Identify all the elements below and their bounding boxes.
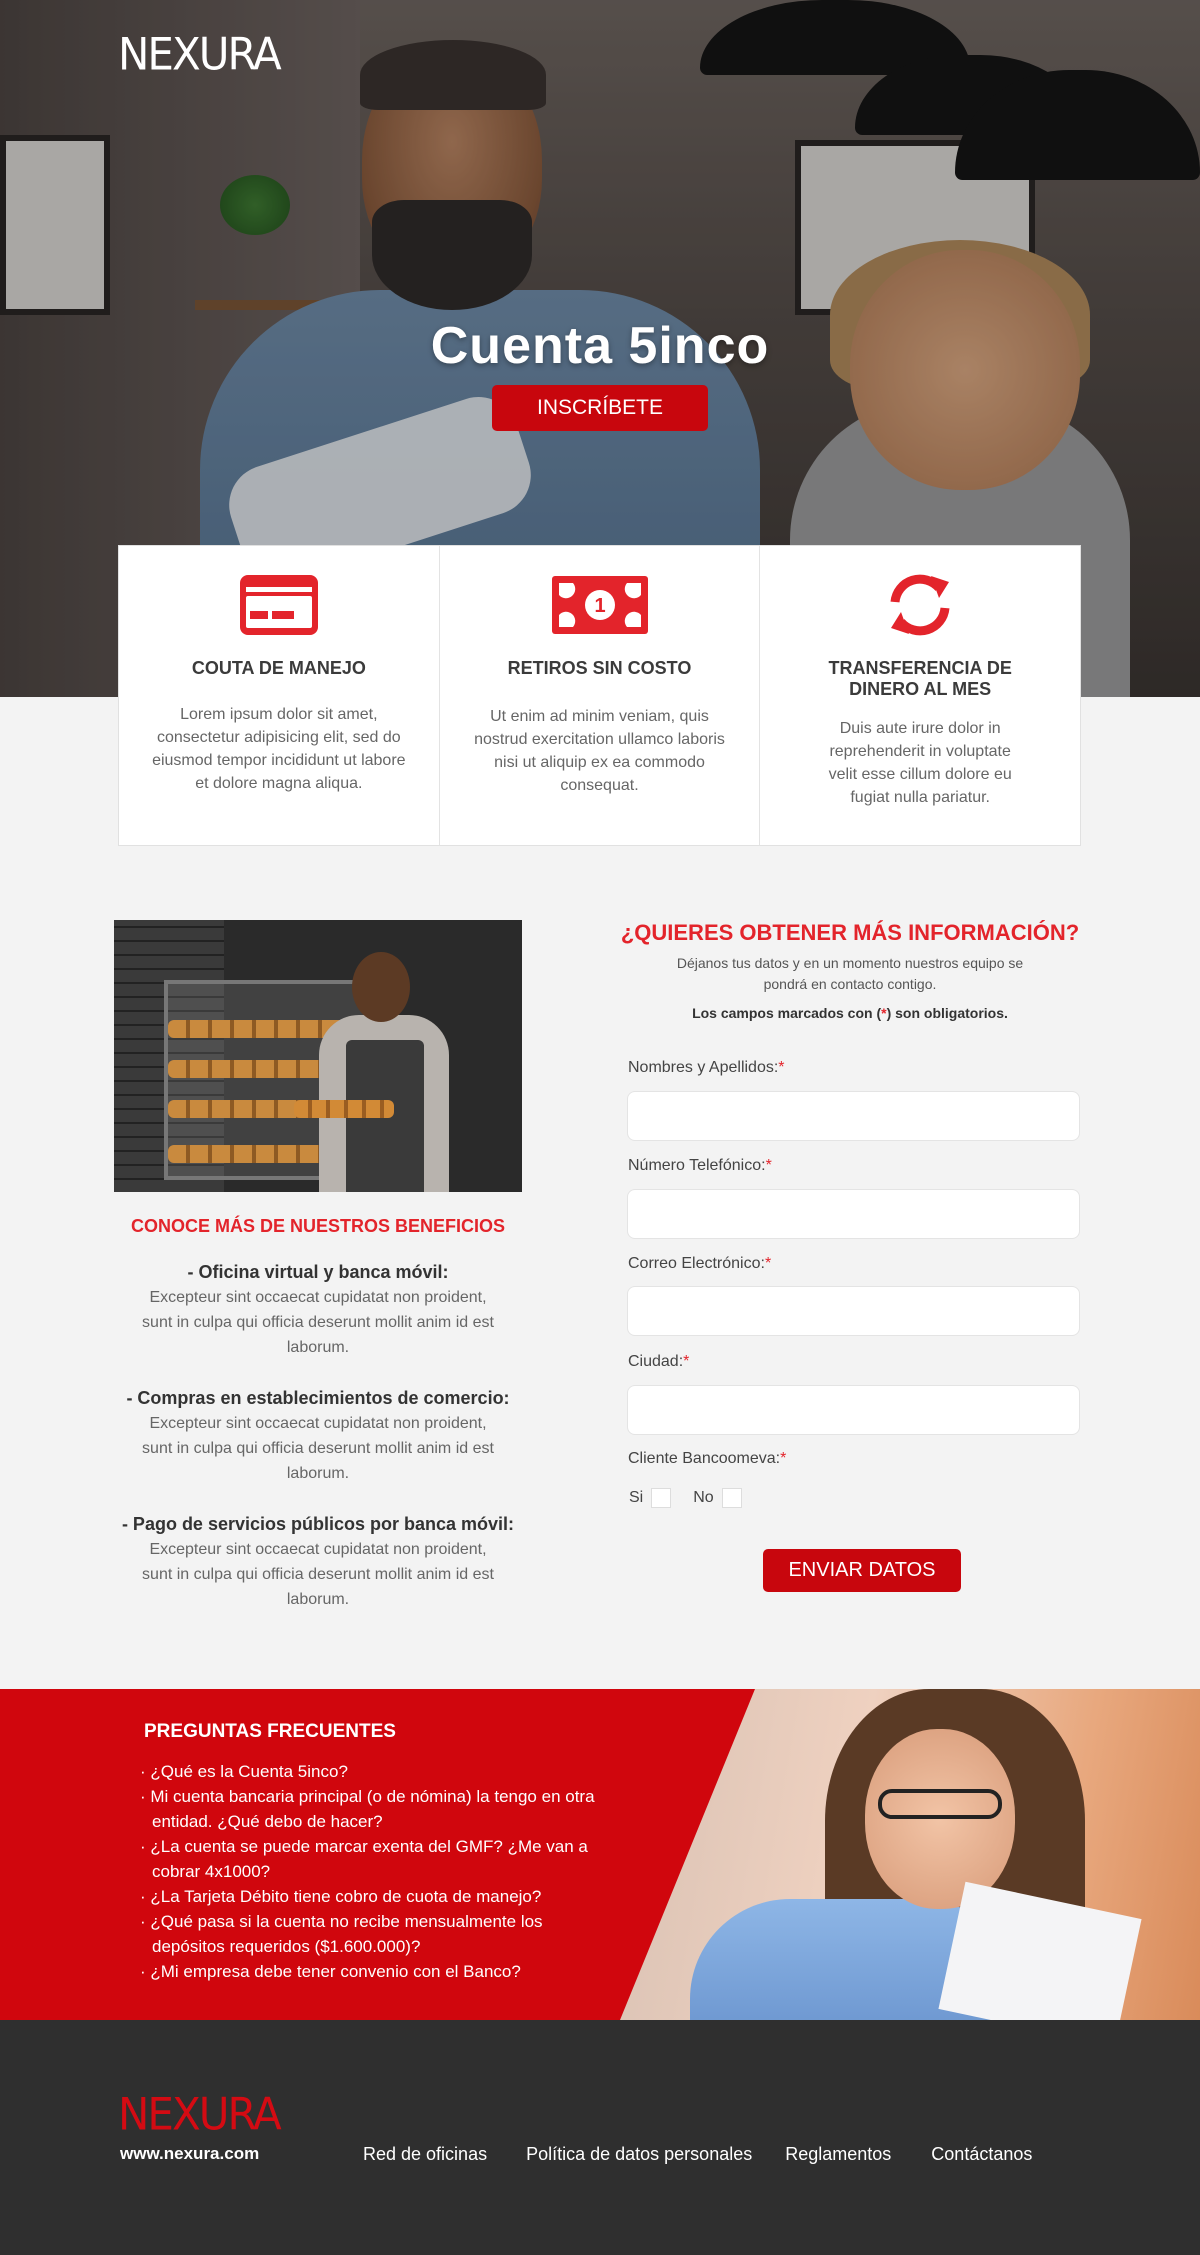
- footer-url[interactable]: www.nexura.com: [120, 2144, 259, 2164]
- benefits-list: - Oficina virtual y banca móvil: Excepte…: [114, 1260, 522, 1638]
- form-subtitle: Déjanos tus datos y en un momento nuestr…: [676, 955, 1024, 992]
- feature-text: Ut enim ad minim veniam, quis nostrud ex…: [474, 708, 725, 794]
- faq-item[interactable]: ¿Qué es la Cuenta 5inco?: [140, 1759, 610, 1784]
- feature-card: TRANSFERENCIA DE DINERO AL MES Duis aute …: [760, 546, 1080, 845]
- feature-text: Duis aute irure dolor in reprehenderit i…: [828, 720, 1012, 806]
- option-no-label: No: [693, 1489, 714, 1506]
- name-label: Nombres y Apellidos:*: [628, 1059, 785, 1077]
- faq-section: PREGUNTAS FRECUENTES ¿Qué es la Cuenta 5…: [0, 1689, 1200, 2020]
- required-star: *: [780, 1450, 787, 1467]
- form-title: ¿QUIERES OBTENER MÁS INFORMACIÓN?: [620, 920, 1080, 945]
- faq-photo-face: [865, 1729, 1015, 1909]
- signup-button[interactable]: INSCRÍBETE: [492, 385, 708, 431]
- photo-baker-face: [352, 952, 410, 1022]
- name-field[interactable]: [627, 1091, 1080, 1141]
- client-label-text: Cliente Bancoomeva:: [628, 1450, 781, 1467]
- faq-item[interactable]: Mi cuenta bancaria principal (o de nómin…: [140, 1784, 610, 1834]
- client-label: Cliente Bancoomeva:*: [628, 1450, 786, 1468]
- client-options: Si No: [629, 1488, 764, 1508]
- feature-card: 1 RETIROS SIN COSTO Ut enim ad minim ven…: [440, 546, 761, 845]
- benefit-text: Excepteur sint occaecat cupidatat non pr…: [142, 1289, 494, 1356]
- required-star: *: [778, 1059, 785, 1076]
- required-note-suffix: ) son obligatorios.: [886, 1005, 1008, 1021]
- feature-title: RETIROS SIN COSTO: [507, 658, 692, 678]
- benefits-title: CONOCE MÁS DE NUESTROS BENEFICIOS: [130, 1216, 506, 1236]
- benefit-item: - Pago de servicios públicos por banca m…: [114, 1512, 522, 1612]
- email-label-text: Correo Electrónico:: [628, 1255, 765, 1272]
- benefit-item: - Oficina virtual y banca móvil: Excepte…: [114, 1260, 522, 1360]
- submit-button[interactable]: ENVIAR DATOS: [763, 1549, 961, 1592]
- required-star: *: [764, 1255, 772, 1272]
- faq-photo: [620, 1689, 1200, 2020]
- benefit-heading: - Oficina virtual y banca móvil:: [187, 1262, 449, 1282]
- footer-link-offices[interactable]: Red de oficinas: [363, 2144, 487, 2165]
- footer-link-privacy[interactable]: Política de datos personales: [526, 2144, 752, 2165]
- credit-card-icon: [119, 572, 439, 638]
- required-star: *: [683, 1353, 690, 1370]
- feature-card: COUTA DE MANEJO Lorem ipsum dolor sit am…: [119, 546, 440, 845]
- required-note-prefix: Los campos marcados con (: [692, 1005, 882, 1021]
- option-yes-label: Si: [629, 1489, 644, 1506]
- phone-field[interactable]: [627, 1189, 1080, 1239]
- feature-title-line: TRANSFERENCIA DE: [828, 658, 1012, 678]
- feature-title: TRANSFERENCIA DE DINERO AL MES: [760, 658, 1080, 700]
- faq-title: PREGUNTAS FRECUENTES: [144, 1721, 396, 1742]
- feature-cards: COUTA DE MANEJO Lorem ipsum dolor sit am…: [118, 545, 1081, 846]
- benefit-text: Excepteur sint occaecat cupidatat non pr…: [142, 1541, 494, 1608]
- phone-label: Número Telefónico:*: [628, 1157, 772, 1175]
- city-field[interactable]: [627, 1385, 1080, 1435]
- footer-logo[interactable]: NEXURA: [118, 2089, 282, 2140]
- benefit-heading: - Compras en establecimientos de comerci…: [126, 1388, 510, 1408]
- benefit-heading: - Pago de servicios públicos por banca m…: [121, 1514, 515, 1534]
- feature-title: COUTA DE MANEJO: [191, 658, 366, 678]
- photo-tray: [294, 1100, 394, 1118]
- city-label: Ciudad:*: [628, 1353, 689, 1371]
- svg-text:1: 1: [594, 595, 605, 617]
- faq-list: ¿Qué es la Cuenta 5inco? Mi cuenta banca…: [140, 1759, 610, 1984]
- faq-item[interactable]: ¿Mi empresa debe tener convenio con el B…: [140, 1959, 610, 1984]
- refresh-icon: [760, 572, 1080, 638]
- footer-nav: Red de oficinas Política de datos person…: [363, 2144, 1032, 2165]
- faq-item[interactable]: ¿La cuenta se puede marcar exenta del GM…: [140, 1834, 610, 1884]
- faq-photo-glasses: [878, 1789, 1002, 1819]
- option-no-checkbox[interactable]: [721, 1488, 742, 1508]
- footer-link-contact[interactable]: Contáctanos: [931, 2144, 1032, 2165]
- benefit-text: Excepteur sint occaecat cupidatat non pr…: [142, 1415, 494, 1482]
- logo[interactable]: NEXURA: [118, 29, 282, 80]
- faq-photo-paper: [938, 1881, 1142, 2020]
- banknote-icon: 1: [440, 572, 760, 638]
- footer-link-regulations[interactable]: Reglamentos: [785, 2144, 891, 2165]
- phone-label-text: Número Telefónico:: [628, 1157, 766, 1174]
- feature-title-line: DINERO AL MES: [849, 679, 992, 699]
- required-note: Los campos marcados con (*) son obligato…: [620, 1005, 1080, 1021]
- option-yes-checkbox[interactable]: [651, 1488, 672, 1508]
- feature-text: Lorem ipsum dolor sit amet, consectetur …: [152, 706, 406, 792]
- benefits-photo: [114, 920, 522, 1192]
- name-label-text: Nombres y Apellidos:: [628, 1059, 779, 1076]
- hero-title: Cuenta 5inco: [430, 317, 770, 375]
- city-label-text: Ciudad:: [628, 1353, 684, 1370]
- email-label: Correo Electrónico:*: [628, 1255, 771, 1273]
- faq-item[interactable]: ¿La Tarjeta Débito tiene cobro de cuota …: [140, 1884, 610, 1909]
- email-field[interactable]: [627, 1286, 1080, 1336]
- required-star: *: [765, 1157, 772, 1174]
- faq-item[interactable]: ¿Qué pasa si la cuenta no recibe mensual…: [140, 1909, 610, 1959]
- benefit-item: - Compras en establecimientos de comerci…: [114, 1386, 522, 1486]
